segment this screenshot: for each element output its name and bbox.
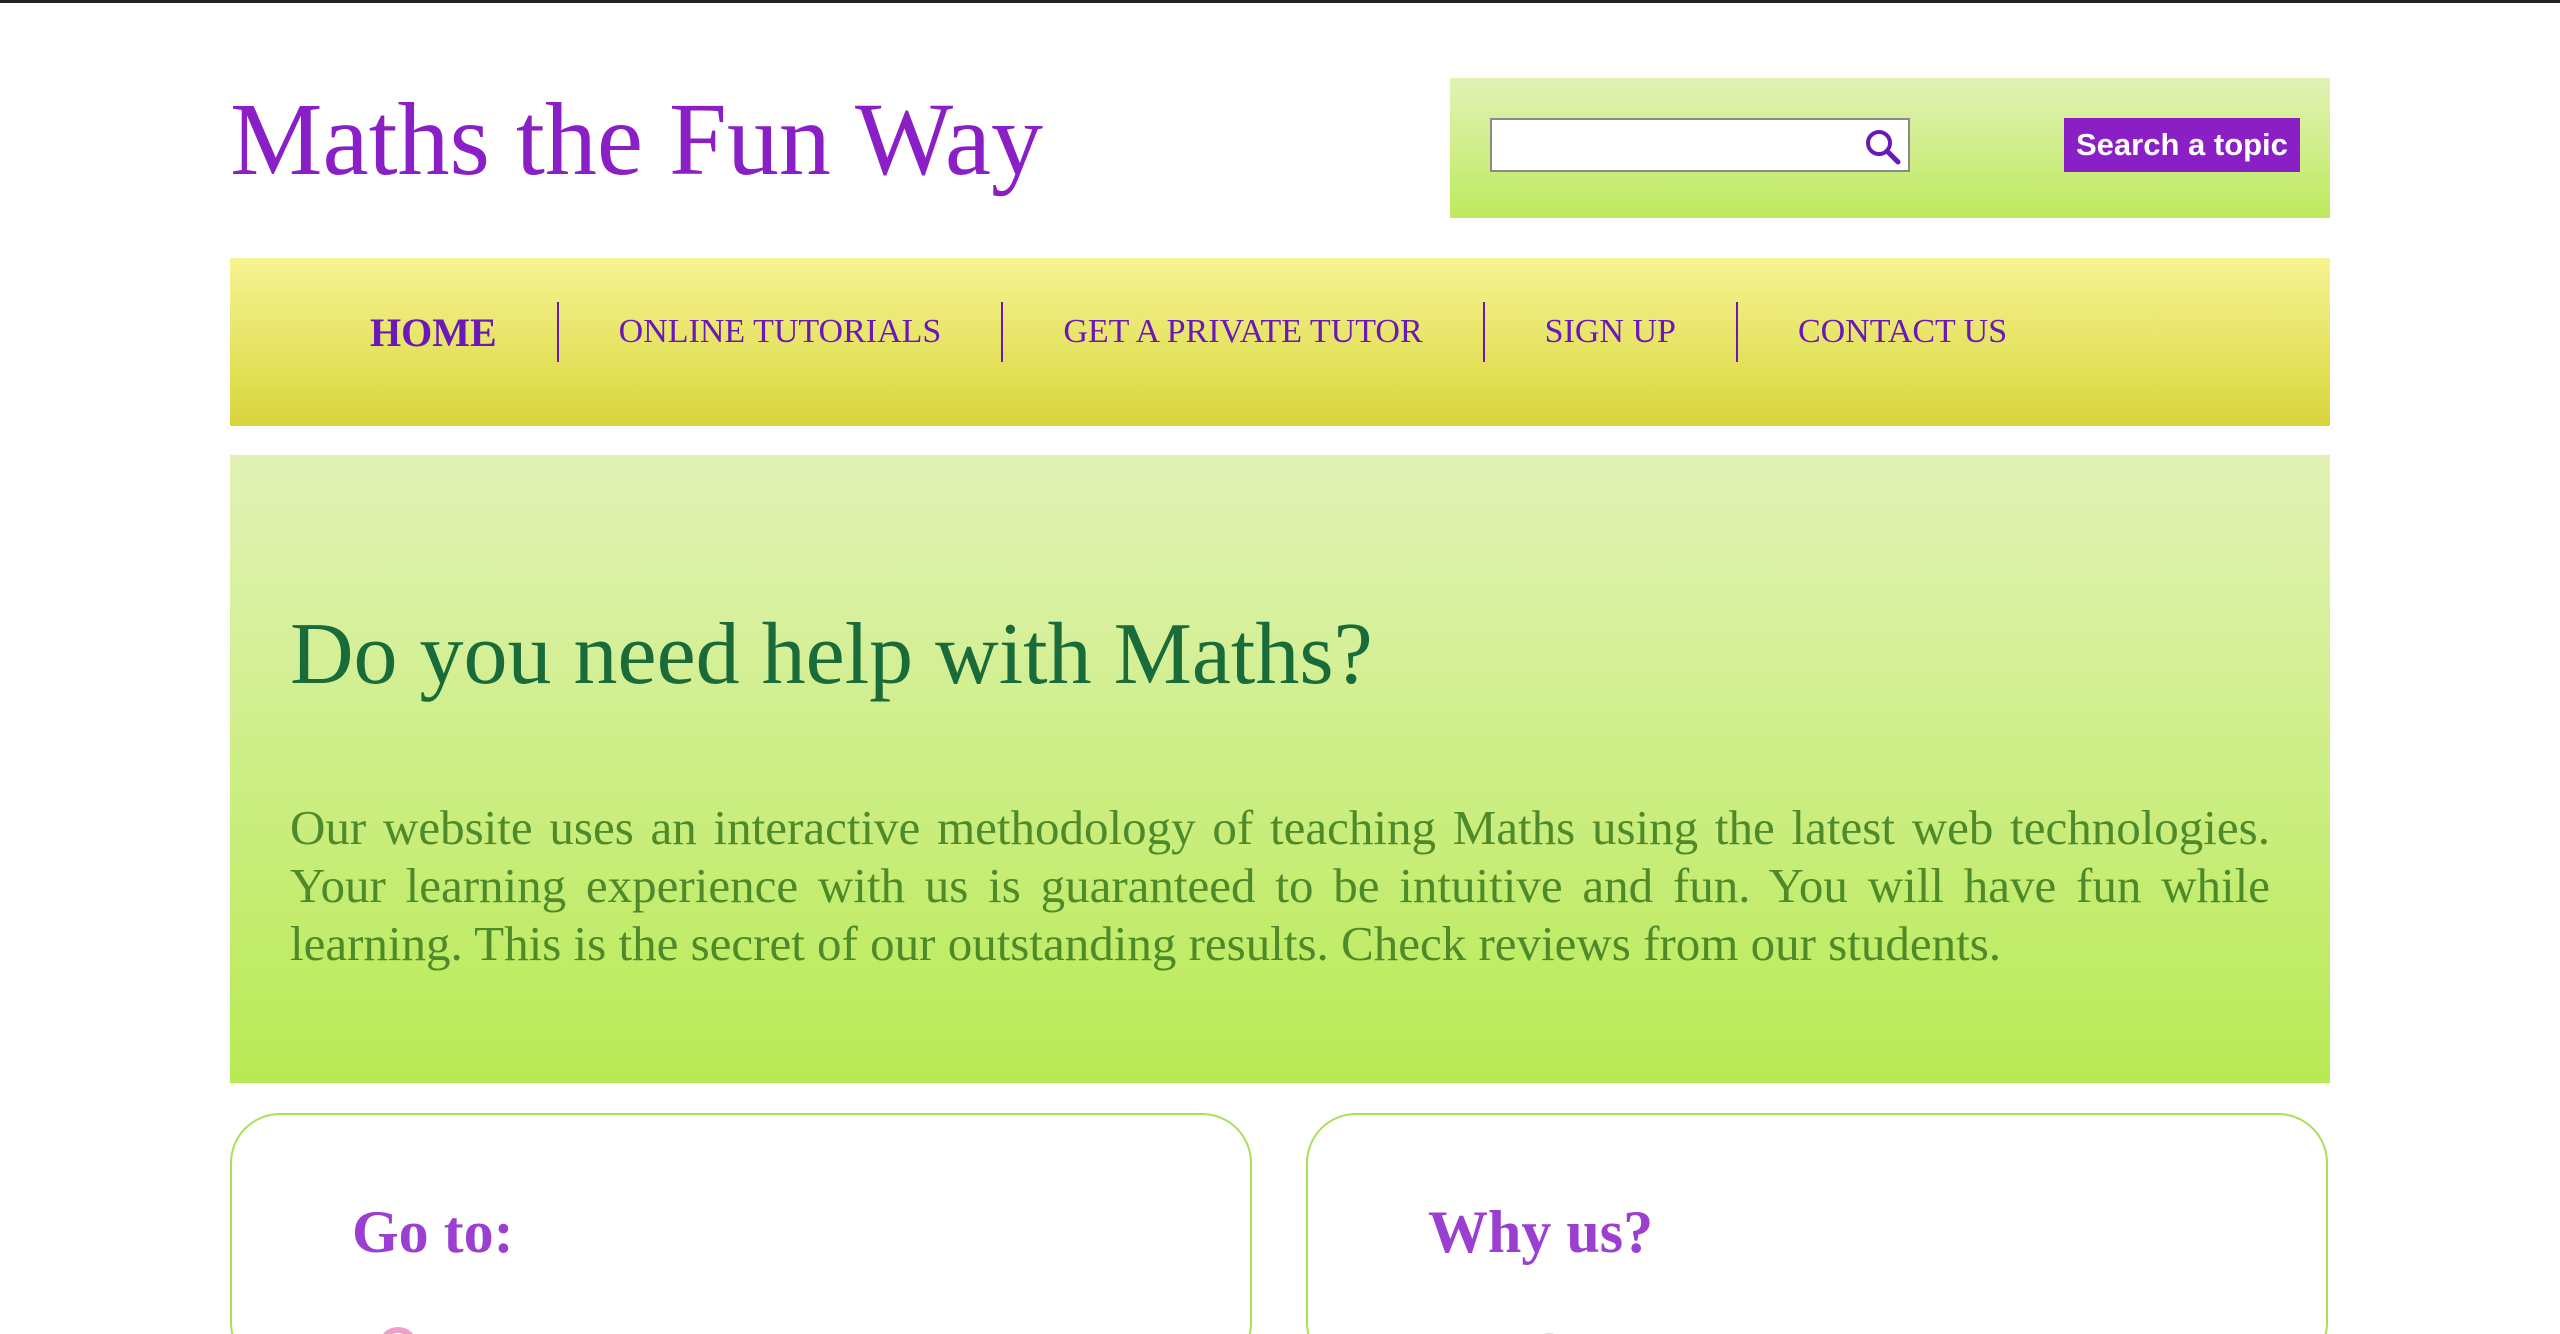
search-box[interactable] bbox=[1490, 118, 1910, 172]
hero-text: Our website uses an interactive methodol… bbox=[290, 800, 2270, 971]
goto-card: Go to: bbox=[230, 1113, 1252, 1334]
main-nav: HOME ONLINE TUTORIALS GET A PRIVATE TUTO… bbox=[230, 258, 2330, 426]
nav-item-home[interactable]: HOME bbox=[370, 302, 557, 362]
search-panel: Search a topic bbox=[1450, 78, 2330, 218]
site-title: Maths the Fun Way bbox=[230, 82, 1044, 197]
nav-item-private-tutor[interactable]: GET A PRIVATE TUTOR bbox=[1001, 302, 1482, 362]
window-top-border bbox=[0, 0, 2560, 3]
magnifier-icon[interactable] bbox=[1860, 124, 1906, 170]
nav-list: HOME ONLINE TUTORIALS GET A PRIVATE TUTO… bbox=[230, 302, 2067, 362]
search-topic-button[interactable]: Search a topic bbox=[2064, 118, 2300, 172]
page: Maths the Fun Way Search a topic HOME ON… bbox=[0, 0, 2560, 1334]
hero-heading: Do you need help with Maths? bbox=[290, 606, 1373, 703]
why-us-card-title: Why us? bbox=[1428, 1199, 1654, 1265]
why-us-card: Why us? bbox=[1306, 1113, 2328, 1334]
nav-item-online-tutorials[interactable]: ONLINE TUTORIALS bbox=[556, 302, 1002, 362]
search-input[interactable] bbox=[1492, 120, 1852, 168]
nav-item-sign-up[interactable]: SIGN UP bbox=[1482, 302, 1736, 362]
hero-section: Do you need help with Maths? Our website… bbox=[230, 455, 2330, 1083]
bullet-icon bbox=[378, 1327, 418, 1334]
goto-card-title: Go to: bbox=[352, 1199, 514, 1265]
nav-item-contact-us[interactable]: CONTACT US bbox=[1735, 302, 2067, 362]
